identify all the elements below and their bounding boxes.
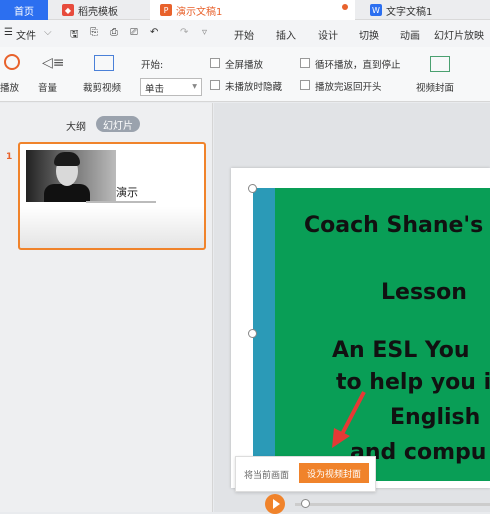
crop-video-icon[interactable] — [94, 55, 114, 71]
menu-animation[interactable]: 动画 — [400, 27, 420, 42]
slide-line-1: Coach Shane's — [304, 213, 484, 238]
print-icon[interactable]: ⎙ — [110, 27, 118, 38]
tab-home[interactable]: 首页 — [0, 0, 48, 20]
hamburger-icon[interactable]: ☰ — [4, 27, 13, 38]
progress-track[interactable] — [295, 503, 490, 506]
rewind-checkbox[interactable] — [300, 80, 310, 90]
thumbnail-subtitle — [86, 201, 156, 203]
chevron-down-icon[interactable]: ⌵ — [44, 27, 52, 38]
menu-insert[interactable]: 插入 — [276, 27, 296, 42]
tab-template-label: 稻壳模板 — [78, 6, 118, 18]
tab-slides-label: 幻灯片 — [103, 120, 133, 132]
slide-thumbnail[interactable]: 演示 — [18, 142, 206, 250]
unsaved-dot-icon — [342, 4, 348, 10]
video-cover-button[interactable]: 视频封面 — [416, 80, 454, 94]
play-button[interactable]: 播放 — [0, 80, 19, 94]
hide-checkbox[interactable] — [210, 80, 220, 90]
volume-button[interactable]: 音量 — [38, 80, 57, 94]
menu-start[interactable]: 开始 — [234, 27, 254, 42]
cover-tooltip: 将当前画面 设为视频封面 — [235, 456, 376, 492]
undo-icon[interactable]: ↶ — [150, 27, 158, 38]
fullscreen-label: 全屏播放 — [225, 60, 264, 71]
slide-line-3: An ESL You — [332, 338, 470, 363]
tab-presentation-label: 演示文稿1 — [176, 6, 223, 18]
tab-presentation[interactable]: P 演示文稿1 — [150, 0, 355, 20]
menu-switch[interactable]: 切换 — [359, 27, 379, 42]
volume-icon[interactable]: ◁≡ — [42, 55, 65, 71]
hide-label: 未播放时隐藏 — [225, 82, 283, 93]
loop-checkbox[interactable] — [300, 58, 310, 68]
tooltip-label: 将当前画面 — [244, 471, 290, 481]
tab-outline[interactable]: 大纲 — [66, 118, 86, 133]
preview-icon[interactable]: ⎚ — [130, 27, 138, 38]
slide-line-5: English — [390, 405, 481, 430]
play-icon[interactable] — [265, 494, 285, 514]
thumbnail-title: 演示 — [116, 186, 138, 199]
tab-text-doc-label: 文字文稿1 — [386, 6, 433, 18]
crop-video-button[interactable]: 裁剪视频 — [83, 80, 121, 94]
tab-home-label: 首页 — [14, 6, 34, 18]
play-circle-icon[interactable] — [4, 54, 20, 70]
resize-handle-left[interactable] — [248, 329, 257, 338]
thumbnail-photo — [26, 150, 116, 202]
more-icon[interactable]: ▿ — [202, 27, 207, 38]
writer-icon: W — [370, 4, 382, 16]
tab-text-doc[interactable]: W 文字文稿1 — [370, 0, 480, 20]
save-icon[interactable]: 🖫 — [70, 27, 79, 44]
export-icon[interactable]: ⎘ — [90, 27, 98, 38]
slide-number: 1 — [6, 152, 13, 162]
progress-knob[interactable] — [301, 499, 310, 508]
red-arrow-icon — [332, 391, 366, 448]
template-icon: ◆ — [62, 4, 74, 16]
chevron-down-icon: ▾ — [192, 81, 197, 92]
slide-line-2: Lesson — [381, 280, 467, 305]
menu-slideshow[interactable]: 幻灯片放映 — [434, 27, 484, 42]
fullscreen-checkbox[interactable] — [210, 58, 220, 68]
video-player — [265, 492, 490, 514]
resize-handle-top-left[interactable] — [248, 184, 257, 193]
set-cover-label: 设为视频封面 — [306, 469, 361, 480]
start-label: 开始: — [141, 60, 164, 71]
start-select[interactable]: 单击 ▾ — [140, 78, 202, 96]
loop-label: 循环播放，直到停止 — [315, 60, 401, 71]
tab-template[interactable]: ◆ 稻壳模板 — [62, 0, 144, 20]
tab-bar: 首页 ◆ 稻壳模板 P 演示文稿1 W 文字文稿1 — [0, 0, 490, 20]
redo-icon[interactable]: ↷ — [180, 27, 188, 38]
set-cover-button[interactable]: 设为视频封面 — [299, 463, 369, 483]
presentation-icon: P — [160, 4, 172, 16]
start-select-value: 单击 — [145, 84, 165, 95]
menu-file[interactable]: 文件 — [16, 27, 36, 42]
rewind-label: 播放完返回开头 — [315, 82, 382, 93]
menu-bar: ☰ 文件 ⌵ 🖫 ⎘ ⎙ ⎚ ↶ ↷ ▿ 开始 插入 设计 切换 动画 幻灯片放… — [0, 20, 490, 47]
tab-slides[interactable]: 幻灯片 — [96, 116, 140, 132]
video-cover-icon[interactable] — [430, 56, 450, 72]
menu-design[interactable]: 设计 — [318, 27, 338, 42]
